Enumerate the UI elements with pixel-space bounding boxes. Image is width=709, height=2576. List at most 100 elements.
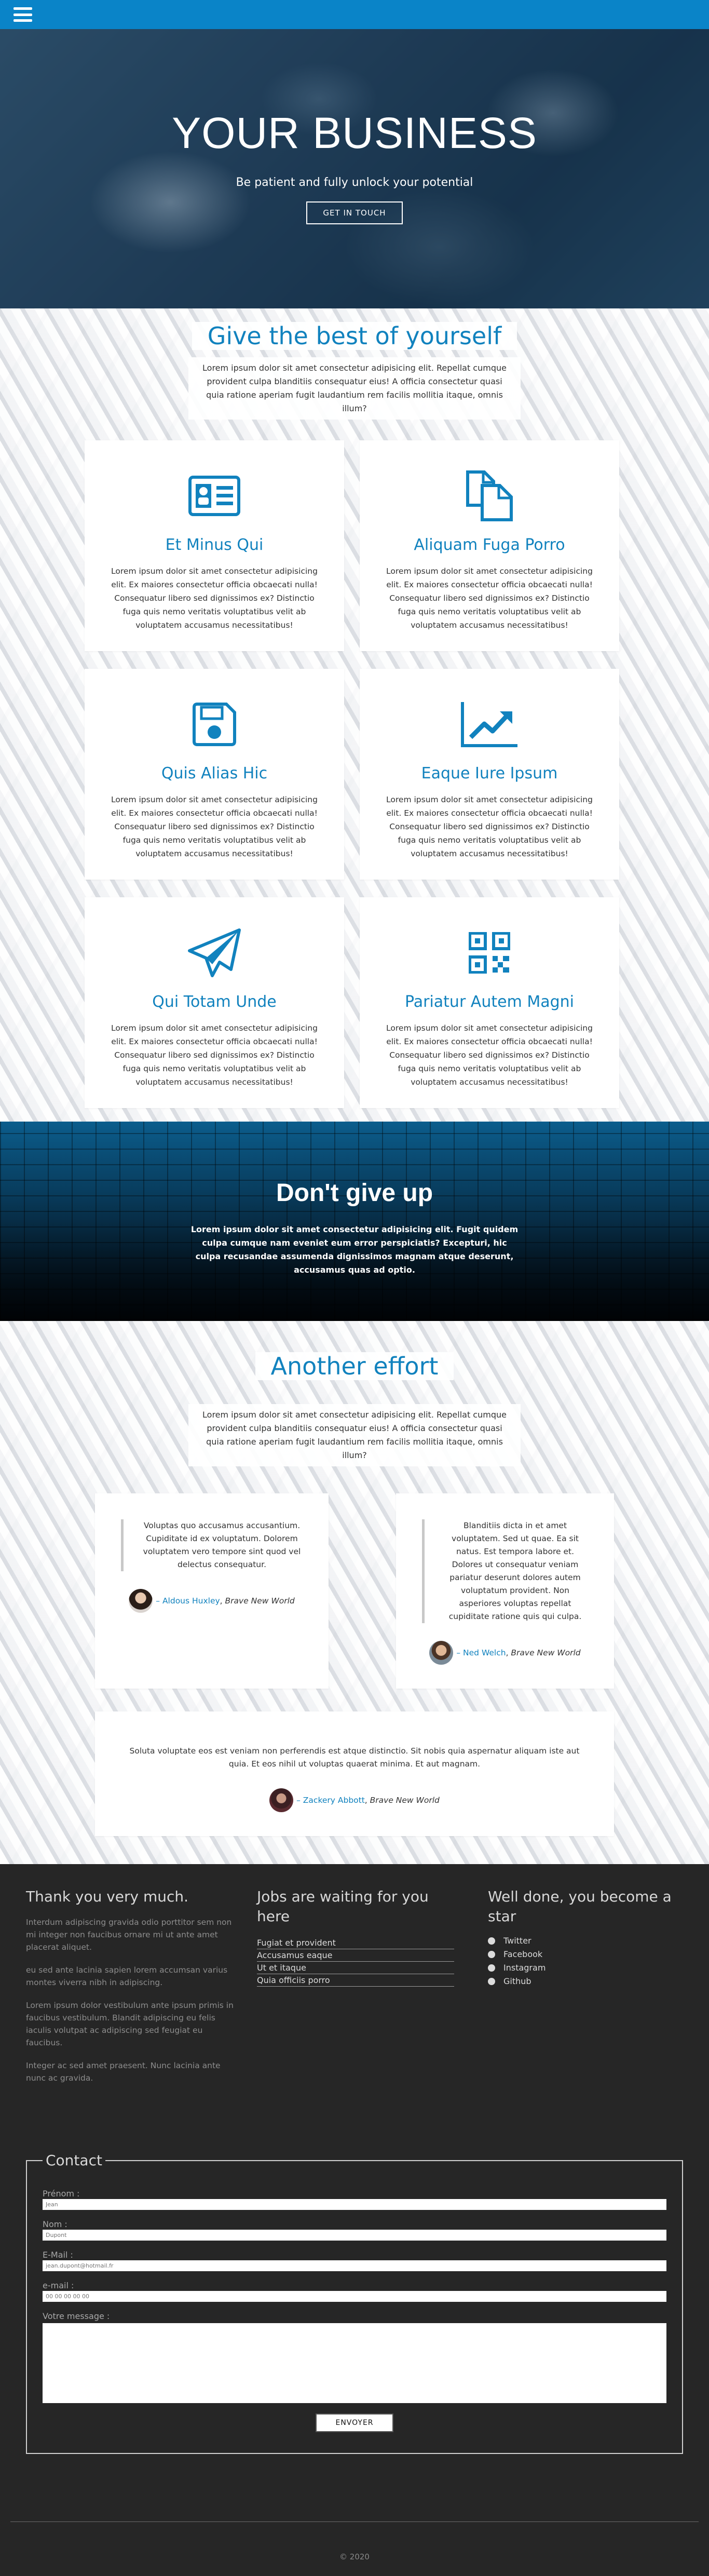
features-section: Give the best of yourself Lorem ipsum do… [0,308,709,1122]
social-link-instagram[interactable]: Instagram [488,1963,696,1973]
feature-title: Eaque Iure Ipsum [421,764,558,783]
hero-subtitle: Be patient and fully unlock your potenti… [236,176,473,189]
banner-text: Lorem ipsum dolor sit amet consectetur a… [190,1224,519,1275]
footer-heading: Jobs are waiting for you here [257,1888,429,1925]
feature-card: Et Minus Qui Lorem ipsum dolor sit amet … [85,440,344,651]
message-label: Votre message : [43,2311,110,2321]
author-work: Brave New World [511,1648,581,1657]
twitter-icon [488,1937,495,1945]
feature-card: Eaque Iure Ipsum Lorem ipsum dolor sit a… [360,669,619,880]
send-button[interactable]: ENVOYER [316,2413,393,2432]
copyright: © 2020 [339,2552,370,2561]
email-input[interactable] [43,2260,666,2271]
social-link-github[interactable]: Github [488,1976,696,1986]
job-link[interactable]: Ut et itaque [257,1962,454,1974]
lastname-label: Nom : [43,2219,67,2229]
footer-columns: Thank you very much. Interdum adipiscing… [26,1887,683,2084]
contact-form: Contact Prénom : Nom : E-Mail : e-mail :… [26,2152,683,2454]
feature-text: Lorem ipsum dolor sit amet consectetur a… [111,567,318,630]
job-link[interactable]: Fugiat et provident [257,1937,454,1949]
firstname-input[interactable] [43,2199,666,2210]
testimonial-author: – Zackery Abbott, Brave New World [126,1788,583,1812]
firstname-label: Prénom : [43,2189,80,2199]
feature-title: Qui Totam Unde [152,993,277,1011]
social-label: Github [503,1976,531,1986]
feature-card: Pariatur Autem Magni Lorem ipsum dolor s… [360,897,619,1108]
testimonial-author: – Aldous Huxley, Brave New World [121,1589,303,1613]
hero-title: YOUR BUSINESS [172,109,537,157]
social-label: Instagram [503,1963,546,1973]
feature-card: Qui Totam Unde Lorem ipsum dolor sit ame… [85,897,344,1108]
social-link-facebook[interactable]: Facebook [488,1949,696,1959]
footer-jobs: Jobs are waiting for you here Fugiat et … [257,1887,465,2084]
section-intro: Lorem ipsum dolor sit amet consectetur a… [188,1404,521,1466]
testimonials-section: Another effort Lorem ipsum dolor sit ame… [0,1321,709,1864]
testimonial-grid: Voluptas quo accusamus accusantium. Cupi… [95,1493,614,1836]
footer-paragraph: Interdum adipiscing gravida odio porttit… [26,1918,232,1952]
footer-heading: Well done, you become a star [488,1888,672,1925]
footer-paragraph: Integer ac sed amet praesent. Nunc lacin… [26,2061,221,2083]
id-card-icon [105,467,323,524]
motivation-banner: Don't give up Lorem ipsum dolor sit amet… [0,1122,709,1321]
author-work: Brave New World [225,1596,295,1606]
footer-paragraph: eu sed ante lacinia sapien lorem accumsa… [26,1965,228,1987]
social-label: Facebook [503,1949,543,1959]
social-list: Twitter Facebook Instagram Github [488,1936,696,1986]
feature-title: Pariatur Autem Magni [404,993,574,1011]
section-title: Give the best of yourself [192,322,517,350]
github-icon [488,1977,495,1985]
feature-grid: Et Minus Qui Lorem ipsum dolor sit amet … [85,440,624,1122]
footer-heading: Thank you very much. [26,1888,189,1905]
instagram-icon [488,1964,495,1972]
feature-title: Quis Alias Hic [161,764,268,783]
testimonial-quote: Soluta voluptate eos est veniam non perf… [129,1746,580,1769]
author-link[interactable]: – Aldous Huxley [156,1596,220,1606]
floppy-disk-icon [105,696,323,753]
feature-card: Quis Alias Hic Lorem ipsum dolor sit ame… [85,669,344,880]
hamburger-line [13,19,32,22]
avatar [129,1589,153,1613]
feature-title: Aliquam Fuga Porro [414,536,565,554]
banner-title: Don't give up [276,1179,433,1207]
firstname-field-group: Prénom : [43,2189,666,2210]
trending-chart-icon [380,696,598,753]
author-link[interactable]: – Ned Welch [456,1648,506,1657]
hamburger-menu-icon[interactable] [13,7,32,22]
job-link[interactable]: Quia officiis porro [257,1974,454,1987]
author-work: Brave New World [370,1796,440,1805]
footer-about: Thank you very much. Interdum adipiscing… [26,1887,234,2084]
hero-banner: YOUR BUSINESS Be patient and fully unloc… [0,29,709,308]
facebook-icon [488,1950,495,1958]
testimonial-card: Blanditiis dicta in et amet voluptatem. … [396,1493,614,1689]
social-link-twitter[interactable]: Twitter [488,1936,696,1946]
footer-social: Well done, you become a star Twitter Fac… [488,1887,696,2084]
feature-text: Lorem ipsum dolor sit amet consectetur a… [111,795,318,858]
lastname-field-group: Nom : [43,2219,666,2241]
top-nav-bar [0,0,709,29]
testimonial-quote: Voluptas quo accusamus accusantium. Cupi… [121,1519,303,1571]
section-title: Another effort [255,1352,454,1380]
site-footer: Thank you very much. Interdum adipiscing… [0,1864,709,2576]
copy-documents-icon [380,467,598,524]
phone-input[interactable] [43,2291,666,2302]
testimonial-author: – Ned Welch, Brave New World [422,1641,588,1665]
feature-text: Lorem ipsum dolor sit amet consectetur a… [111,1023,318,1087]
social-label: Twitter [503,1936,531,1946]
get-in-touch-button[interactable]: GET IN TOUCH [306,201,403,224]
contact-legend: Contact [46,2152,102,2169]
message-textarea[interactable] [43,2323,666,2403]
message-field-group: Votre message : [43,2311,666,2405]
lastname-input[interactable] [43,2230,666,2241]
phone-field-group: e-mail : [43,2281,666,2302]
feature-text: Lorem ipsum dolor sit amet consectetur a… [386,795,593,858]
testimonial-card: Soluta voluptate eos est veniam non perf… [95,1711,614,1836]
avatar [269,1788,294,1812]
qr-code-icon [380,924,598,981]
email-field-group: E-Mail : [43,2250,666,2271]
hamburger-line [13,7,32,10]
jobs-list: Fugiat et provident Accusamus eaque Ut e… [257,1937,454,1987]
author-link[interactable]: – Zackery Abbott [296,1796,365,1805]
section-intro: Lorem ipsum dolor sit amet consectetur a… [188,357,521,420]
hamburger-line [13,13,32,16]
job-link[interactable]: Accusamus eaque [257,1949,454,1962]
